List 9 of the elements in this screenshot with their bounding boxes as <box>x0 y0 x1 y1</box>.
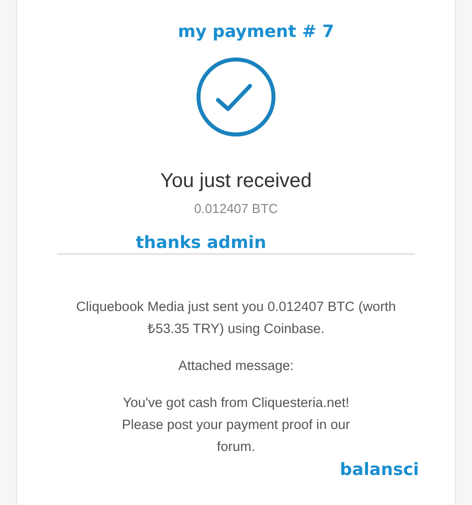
message-label: Attached message: <box>178 357 294 375</box>
annotation-text: thanks admin <box>136 233 266 253</box>
details-paragraph: Cliquebook Media just sent you 0.012407 BTC (worth ₺53.35 TRY) using Coinbase. <box>75 298 397 338</box>
message-paragraph: You've got cash from Cliquesteria.net! Please post your payment proof in our forum. <box>120 394 352 456</box>
annotation-text: my payment # 7 <box>178 22 334 42</box>
received-heading: You just received <box>160 170 312 193</box>
amount-text: 0.012407 BTC <box>194 201 278 216</box>
check-circle-icon <box>196 57 276 137</box>
annotation-text: balansci <box>340 460 419 480</box>
